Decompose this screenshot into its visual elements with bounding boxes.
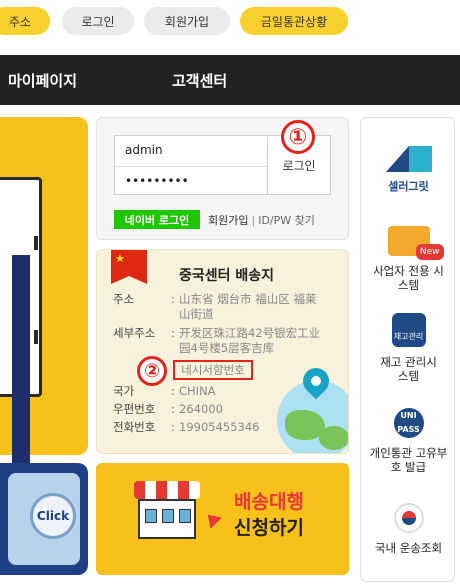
detail-row: 세부주소 : 开发区珠江路42号银宏工业园4号楼5层客吉库 xyxy=(113,326,343,356)
phone-row: 전화번호 : 19905455346 xyxy=(113,420,273,435)
login-fields: admin ••••••••• xyxy=(114,135,268,195)
login-link[interactable]: 로그인 xyxy=(62,7,134,35)
colon: : xyxy=(171,402,175,416)
seller-grit-label: 셀러그릿 xyxy=(388,180,429,193)
main-nav: 마이페이지 고객센터 xyxy=(0,55,460,105)
quick-menu-sidebar: 셀러그릿 New 사업자 전용 시스템 재고관리 재고 관리시스템 UNI PA… xyxy=(360,117,455,582)
domestic-label: 국내 운송조회 xyxy=(374,541,443,555)
address-row: 주소 : 山东省 烟台市 福山区 福莱山街道 xyxy=(113,292,343,322)
zip-row: 우편번호 : 264000 xyxy=(113,402,273,417)
annotation-1: ① xyxy=(281,120,315,154)
inventory-system-link[interactable]: 재고관리 재고 관리시스템 xyxy=(361,313,454,383)
po-box-number[interactable]: 네시서함번호 xyxy=(173,360,253,380)
business-label: 사업자 전용 시스템 xyxy=(373,264,444,292)
korea-flag-icon xyxy=(393,503,424,533)
link-separator: | xyxy=(251,214,256,227)
colon: : xyxy=(171,420,175,434)
business-system-link[interactable]: New 사업자 전용 시스템 xyxy=(361,226,454,292)
left-click-banner[interactable]: Click xyxy=(0,463,88,575)
seller-grit-link[interactable]: 셀러그릿 xyxy=(361,146,454,194)
address-value: 山东省 烟台市 福山区 福莱山街道 xyxy=(179,292,317,321)
top-link-bar: 주소 로그인 회원가입 금일통관상황 xyxy=(0,0,460,52)
china-address-card: ★ 중국센터 배송지 주소 : 山东省 烟台市 福山区 福莱山街道 세부주소 :… xyxy=(96,249,349,454)
address-card-title: 중국센터 배송지 xyxy=(179,268,275,284)
inventory-icon: 재고관리 xyxy=(391,313,426,347)
colon: : xyxy=(171,326,175,340)
naver-login-button[interactable]: 네이버 로그인 xyxy=(114,210,200,229)
seller-grit-logo-icon xyxy=(385,146,432,172)
login-box: admin ••••••••• 로그인 네이버 로그인 회원가입 | ID/PW 찾… xyxy=(96,117,349,240)
click-button[interactable]: Click xyxy=(30,493,76,539)
country-row: 국가 : CHINA xyxy=(113,384,273,399)
delivery-title: 배송대행 xyxy=(234,491,304,513)
new-badge: New xyxy=(415,244,444,260)
username-field[interactable]: admin xyxy=(115,136,267,166)
phone-value: 19905455346 xyxy=(179,420,260,434)
unipass-icon: UNI PASS xyxy=(393,408,424,438)
domestic-tracking-link[interactable]: 국내 운송조회 xyxy=(361,503,454,555)
business-store-icon: New xyxy=(387,226,444,260)
delivery-request-banner[interactable]: 배송대행 신청하기 xyxy=(96,463,349,575)
china-flag-icon: ★ xyxy=(111,250,147,284)
colon: : xyxy=(171,384,175,398)
zip-value: 264000 xyxy=(179,402,223,416)
signup-link-small[interactable]: 회원가입 xyxy=(208,214,248,227)
country-value: CHINA xyxy=(179,384,216,398)
customs-status-link[interactable]: 금일통관상황 xyxy=(240,7,348,35)
detail-value: 开发区珠江路42号银宏工业园4号楼5层客吉库 xyxy=(179,326,321,355)
delivery-subtitle: 신청하기 xyxy=(234,517,304,539)
address-link[interactable]: 주소 xyxy=(0,7,50,35)
annotation-2: ② xyxy=(137,356,167,386)
colon: : xyxy=(171,292,175,306)
banner-stripe xyxy=(12,255,30,465)
nav-support[interactable]: 고객센터 xyxy=(172,70,227,91)
password-field[interactable]: ••••••••• xyxy=(115,166,267,196)
customs-label: 개인통관 고유부호 발급 xyxy=(369,446,448,474)
find-id-pw-link[interactable]: ID/PW 찾기 xyxy=(258,214,315,227)
inventory-label: 재고 관리시스템 xyxy=(380,355,437,383)
customs-code-link[interactable]: UNI PASS 개인통관 고유부호 발급 xyxy=(361,408,454,474)
shop-icon xyxy=(134,481,200,541)
nav-mypage[interactable]: 마이페이지 xyxy=(8,70,77,91)
signup-link[interactable]: 회원가입 xyxy=(144,7,230,35)
login-links: 회원가입 | ID/PW 찾기 xyxy=(208,212,315,228)
cursor-arrow-icon xyxy=(202,509,222,529)
